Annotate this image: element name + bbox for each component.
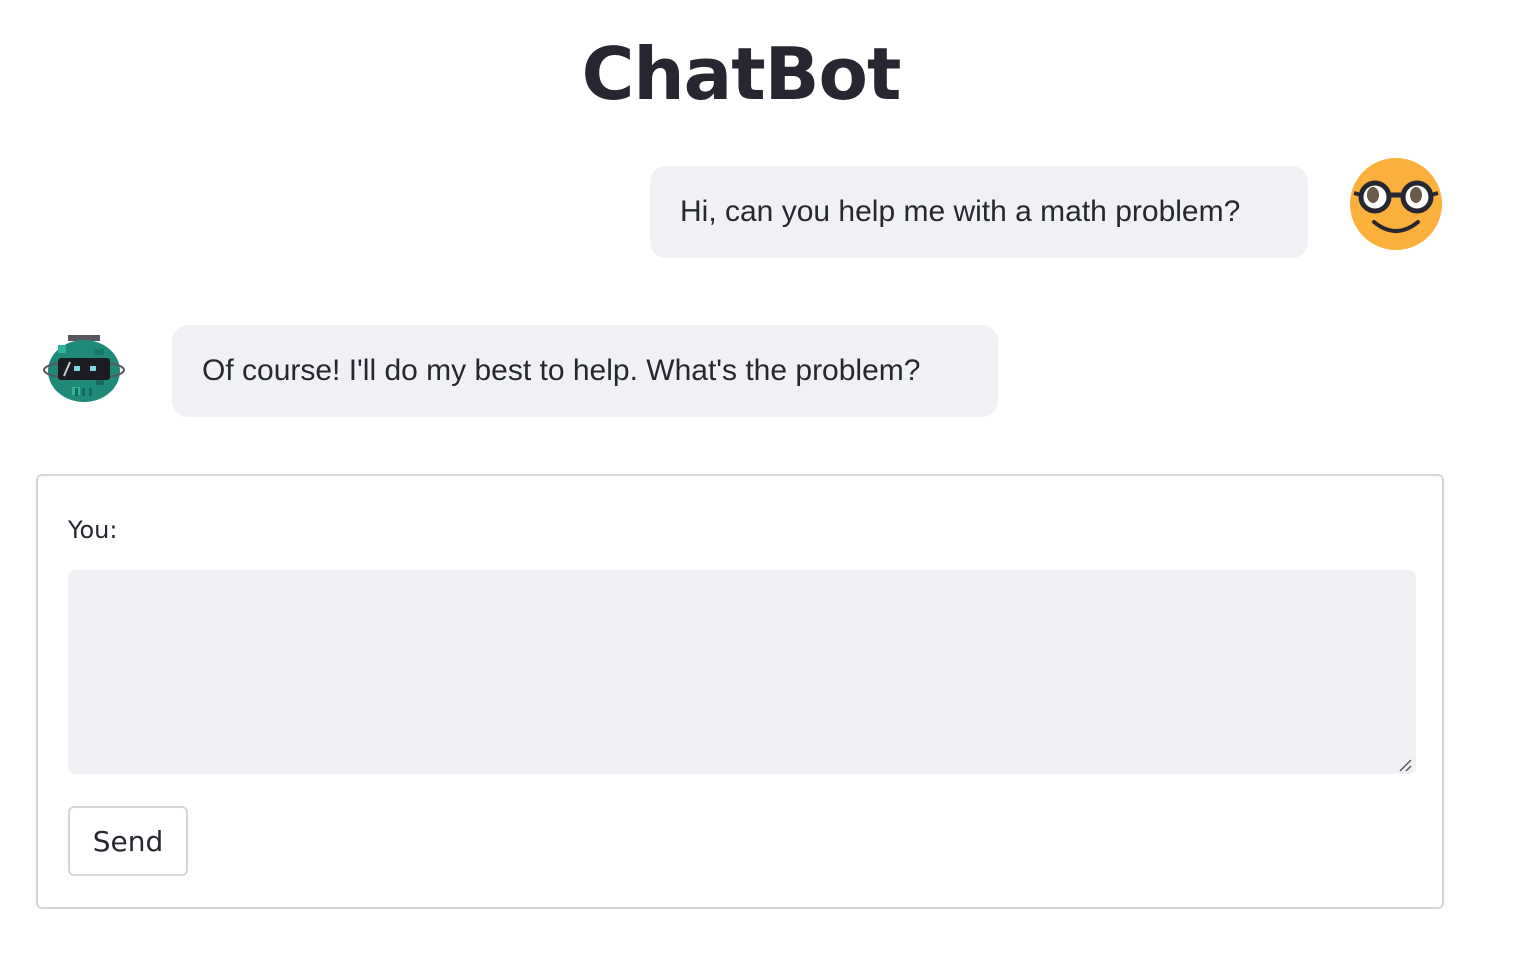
chat-form: You: Send	[36, 474, 1444, 909]
nerd-face-icon	[1350, 158, 1442, 250]
resize-handle-icon[interactable]	[1398, 758, 1412, 772]
bot-message: Of course! I'll do my best to help. What…	[172, 325, 998, 417]
message-input[interactable]	[68, 570, 1416, 774]
user-message: Hi, can you help me with a math problem?	[650, 166, 1308, 258]
bot-message-text: Of course! I'll do my best to help. What…	[202, 354, 921, 387]
send-button[interactable]: Send	[68, 806, 188, 876]
message-label: You:	[68, 516, 118, 544]
user-message-text: Hi, can you help me with a math problem?	[680, 195, 1241, 228]
page-title: ChatBot	[581, 32, 902, 116]
robot-icon	[42, 333, 126, 405]
